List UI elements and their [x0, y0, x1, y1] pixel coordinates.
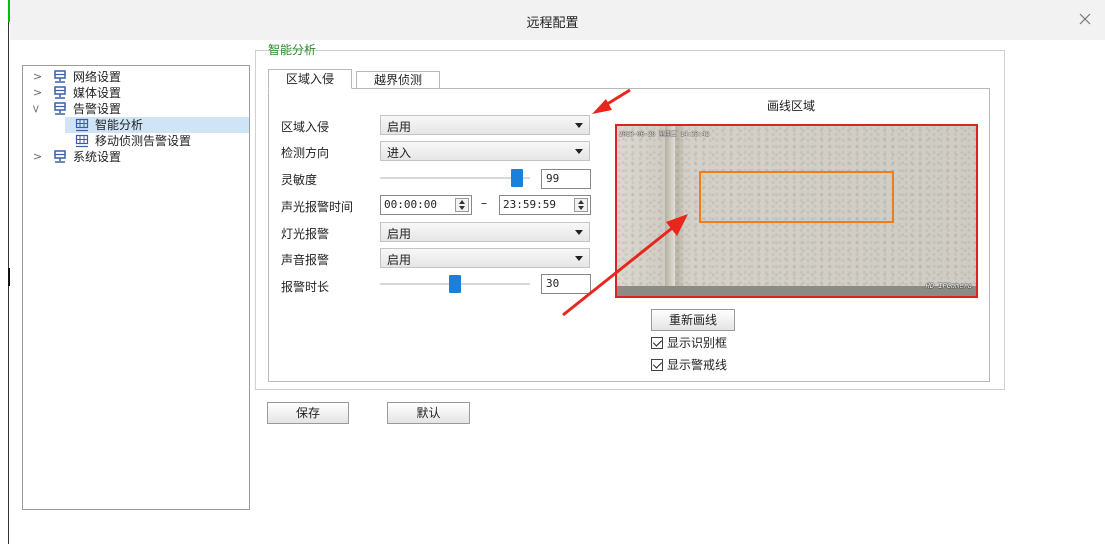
preview-title: 画线区域: [767, 99, 816, 113]
wall-edge: [665, 126, 675, 296]
alarm-duration-label: 报警时长: [281, 280, 330, 294]
edge-accent-black: [8, 268, 10, 286]
sound-alarm-value: 启用: [387, 253, 412, 267]
dropdown-arrow-icon: [575, 256, 583, 261]
sound-alarm-select[interactable]: 启用: [380, 248, 590, 268]
settings-tree: > 网络设置 > 媒体设置 > 告警设置 智能分析 移动侦测告警设置 > 系统设…: [22, 65, 250, 510]
alarm-end-value: 23:59:59: [503, 198, 556, 211]
chevron-right-icon[interactable]: >: [33, 69, 42, 85]
tree-item-label: 告警设置: [73, 102, 122, 116]
light-alarm-value: 启用: [387, 227, 412, 241]
show-box-checkbox[interactable]: 显示识别框: [651, 335, 727, 351]
sensitivity-input[interactable]: 99: [541, 169, 591, 189]
show-box-label: 显示识别框: [667, 336, 728, 350]
tree-item-smart-analysis[interactable]: 智能分析: [65, 117, 249, 133]
group-title: 智能分析: [268, 43, 317, 57]
intrusion-zone-rect[interactable]: [699, 171, 894, 223]
spin-updown-icon[interactable]: [455, 198, 469, 212]
slider-handle[interactable]: [449, 275, 461, 293]
direction-select[interactable]: 进入: [380, 141, 590, 161]
window-title: 远程配置: [526, 16, 579, 31]
tab-line-crossing[interactable]: 越界侦测: [356, 71, 440, 89]
dropdown-arrow-icon: [575, 230, 583, 235]
light-alarm-select[interactable]: 启用: [380, 222, 590, 242]
alarm-start-value: 00:00:00: [384, 198, 437, 211]
osd-channel-name: HD IPCamera: [925, 282, 972, 290]
alarm-duration-slider[interactable]: [380, 274, 530, 294]
alarm-duration-input[interactable]: 30: [541, 274, 591, 294]
direction-value: 进入: [387, 146, 412, 160]
slider-track: [380, 177, 530, 179]
close-icon: [1079, 13, 1091, 25]
tree-item-system[interactable]: > 系统设置: [31, 149, 241, 165]
intrusion-label: 区域入侵: [281, 120, 330, 134]
device-icon: [54, 70, 66, 83]
tree-item-label: 媒体设置: [73, 86, 122, 100]
chevron-down-icon[interactable]: >: [28, 104, 44, 113]
tree-item-motion-alarm[interactable]: 移动侦测告警设置: [65, 133, 249, 149]
save-button[interactable]: 保存: [267, 402, 349, 424]
grid-icon: [75, 134, 89, 148]
tree-item-label: 智能分析: [95, 118, 144, 132]
show-line-checkbox[interactable]: 显示警戒线: [651, 357, 727, 373]
tab-area-intrusion[interactable]: 区域入侵: [268, 69, 352, 89]
device-icon: [54, 86, 66, 99]
alarm-start-time[interactable]: 00:00:00: [380, 195, 472, 215]
camera-preview[interactable]: 2023-06-28 星期三 14:33:42 HD IPCamera: [615, 124, 978, 298]
sound-alarm-label: 声音报警: [281, 253, 330, 267]
show-line-label: 显示警戒线: [667, 358, 728, 372]
redraw-button[interactable]: 重新画线: [651, 309, 735, 331]
floor-strip: [617, 286, 976, 296]
osd-timestamp: 2023-06-28 星期三 14:33:42: [619, 131, 710, 138]
light-alarm-label: 灯光报警: [281, 227, 330, 241]
grid-icon: [75, 118, 89, 132]
intrusion-value: 启用: [387, 120, 412, 134]
tree-item-media[interactable]: > 媒体设置: [31, 85, 241, 101]
spin-updown-icon[interactable]: [574, 198, 588, 212]
tree-item-label: 系统设置: [73, 150, 122, 164]
sensitivity-slider[interactable]: [380, 168, 530, 188]
checkbox-checked-icon: [651, 337, 663, 349]
intrusion-select[interactable]: 启用: [380, 115, 590, 135]
title-bar: 远程配置: [10, 0, 1105, 40]
chevron-right-icon[interactable]: >: [33, 149, 42, 165]
time-range-dash: –: [481, 196, 487, 210]
direction-label: 检测方向: [281, 146, 330, 160]
sensitivity-label: 灵敏度: [281, 173, 318, 187]
tree-item-label: 网络设置: [73, 70, 122, 84]
device-icon: [54, 102, 66, 115]
close-button[interactable]: [1075, 9, 1095, 29]
slider-handle[interactable]: [511, 169, 523, 187]
tree-item-label: 移动侦测告警设置: [95, 134, 192, 148]
dropdown-arrow-icon: [575, 149, 583, 154]
tree-item-network[interactable]: > 网络设置: [31, 69, 241, 85]
tree-item-alarm[interactable]: > 告警设置: [28, 101, 241, 117]
device-icon: [54, 150, 66, 163]
alarm-time-label: 声光报警时间: [281, 200, 354, 214]
checkbox-checked-icon: [651, 359, 663, 371]
default-button[interactable]: 默认: [387, 402, 470, 424]
dropdown-arrow-icon: [575, 123, 583, 128]
chevron-right-icon[interactable]: >: [33, 85, 42, 101]
alarm-end-time[interactable]: 23:59:59: [499, 195, 591, 215]
